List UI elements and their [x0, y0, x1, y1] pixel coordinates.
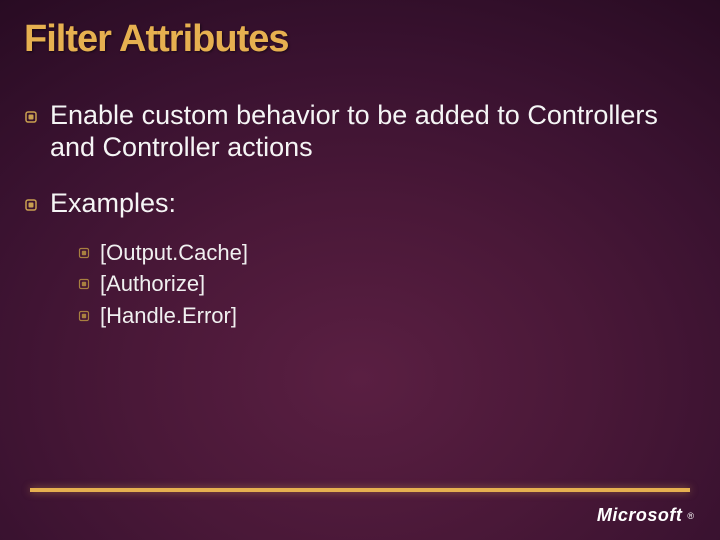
- slide-title: Filter Attributes: [24, 18, 289, 61]
- registered-mark: ®: [687, 511, 694, 521]
- sub-bullet-text: [Authorize]: [100, 269, 205, 299]
- logo-text: Microsoft: [597, 505, 683, 526]
- sub-bullet-text: [Output.Cache]: [100, 238, 248, 268]
- sub-bullet-item: [Output.Cache]: [78, 238, 696, 268]
- sub-bullet-item: [Authorize]: [78, 269, 696, 299]
- slide-content: Enable custom behavior to be added to Co…: [24, 100, 696, 333]
- bullet-icon: [24, 110, 38, 124]
- divider-bar: [30, 488, 690, 492]
- bullet-icon: [24, 198, 38, 212]
- microsoft-logo: Microsoft ®: [597, 505, 694, 526]
- bullet-item: Enable custom behavior to be added to Co…: [24, 100, 696, 164]
- bullet-text: Examples:: [50, 188, 176, 220]
- sub-bullet-list: [Output.Cache] [Authorize] [Handle.Error…: [78, 238, 696, 331]
- bullet-text: Enable custom behavior to be added to Co…: [50, 100, 696, 164]
- sub-bullet-item: [Handle.Error]: [78, 301, 696, 331]
- bullet-icon: [78, 277, 90, 289]
- sub-bullet-text: [Handle.Error]: [100, 301, 237, 331]
- bullet-icon: [78, 246, 90, 258]
- bullet-icon: [78, 309, 90, 321]
- bullet-item: Examples:: [24, 188, 696, 220]
